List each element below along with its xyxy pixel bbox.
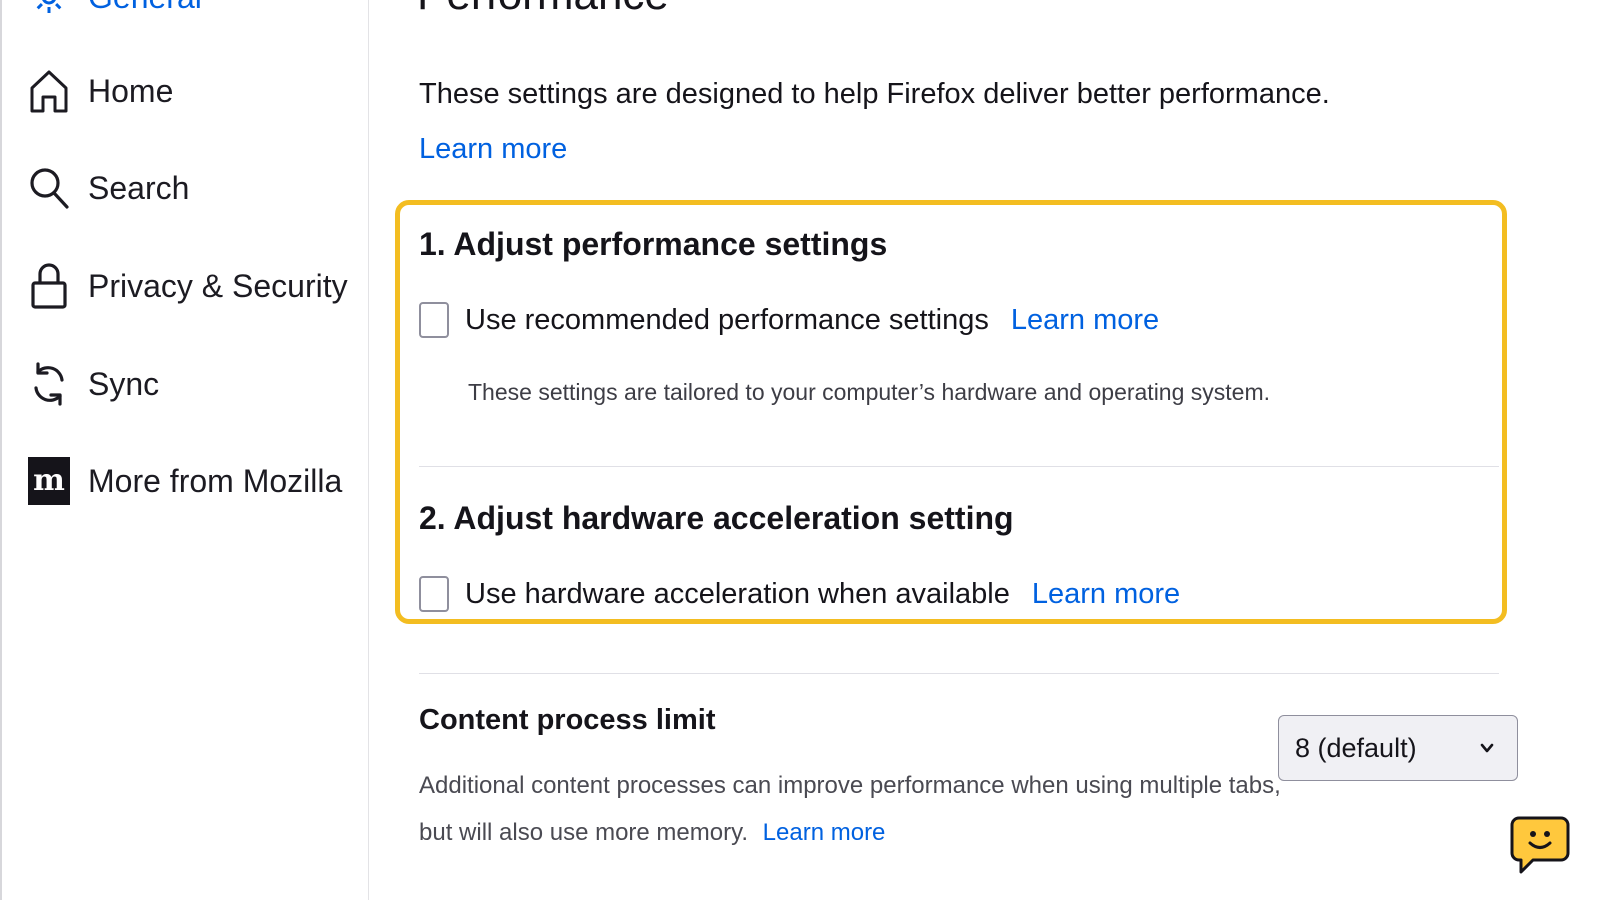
sync-icon (26, 361, 72, 407)
content-process-desc-line1: Additional content processes can improve… (419, 772, 1281, 799)
content-process-limit-description: Additional content processes can improve… (419, 762, 1281, 856)
section-divider (419, 466, 1499, 467)
sidebar-item-label: General (88, 0, 202, 16)
content-process-learn-more-link[interactable]: Learn more (763, 819, 886, 846)
section-heading-hardware: 2. Adjust hardware acceleration setting (419, 500, 1014, 536)
recommended-settings-label[interactable]: Use recommended performance settings (465, 304, 989, 337)
sidebar-item-sync[interactable]: Sync (26, 357, 159, 411)
performance-learn-more-link[interactable]: Learn more (419, 133, 567, 166)
sidebar-item-more-from-mozilla[interactable]: m More from Mozilla (26, 454, 342, 508)
gear-icon (26, 0, 72, 20)
performance-description: These settings are designed to help Fire… (419, 78, 1330, 110)
sidebar-item-search[interactable]: Search (26, 161, 189, 215)
search-icon (26, 165, 72, 211)
home-icon (26, 68, 72, 114)
content-process-desc-line2-row: but will also use more memory. Learn mor… (419, 809, 1281, 856)
sidebar-item-home[interactable]: Home (26, 64, 173, 118)
feedback-chat-icon[interactable] (1509, 815, 1571, 877)
page-title: Performance (417, 0, 669, 20)
sidebar-item-label: Search (88, 169, 190, 206)
recommended-settings-row: Use recommended performance settings Lea… (419, 302, 1159, 338)
content-process-desc-line2: but will also use more memory. (419, 819, 748, 846)
sidebar-item-label: More from Mozilla (88, 462, 343, 499)
firefox-settings-window: General Home Search (0, 0, 1600, 900)
hardware-acceleration-learn-more-link[interactable]: Learn more (1032, 578, 1180, 611)
chevron-down-icon (1480, 743, 1494, 753)
recommended-settings-checkbox[interactable] (419, 302, 449, 338)
section-divider (419, 673, 1499, 674)
select-value: 8 (default) (1295, 732, 1417, 763)
sidebar-item-label: Sync (88, 365, 160, 402)
content-process-limit-heading: Content process limit (419, 704, 716, 736)
performance-highlight-box (395, 200, 1507, 624)
sidebar-item-label: Home (88, 72, 174, 109)
settings-content: Performance These settings are designed … (369, 0, 1600, 900)
hardware-acceleration-label[interactable]: Use hardware acceleration when available (465, 578, 1010, 611)
svg-text:m: m (33, 463, 65, 498)
mozilla-icon: m (26, 457, 72, 505)
hardware-acceleration-checkbox[interactable] (419, 576, 449, 612)
lock-icon (26, 263, 72, 309)
settings-sidebar: General Home Search (2, 0, 369, 900)
sidebar-item-privacy[interactable]: Privacy & Security (26, 259, 348, 313)
sidebar-item-label: Privacy & Security (88, 267, 348, 304)
section-heading-performance: 1. Adjust performance settings (419, 226, 888, 262)
sidebar-item-general[interactable]: General (26, 0, 202, 24)
recommended-settings-learn-more-link[interactable]: Learn more (1011, 304, 1159, 337)
content-process-limit-select[interactable]: 8 (default) (1278, 715, 1518, 781)
hardware-acceleration-row: Use hardware acceleration when available… (419, 576, 1180, 612)
recommended-settings-helper: These settings are tailored to your comp… (468, 379, 1271, 405)
